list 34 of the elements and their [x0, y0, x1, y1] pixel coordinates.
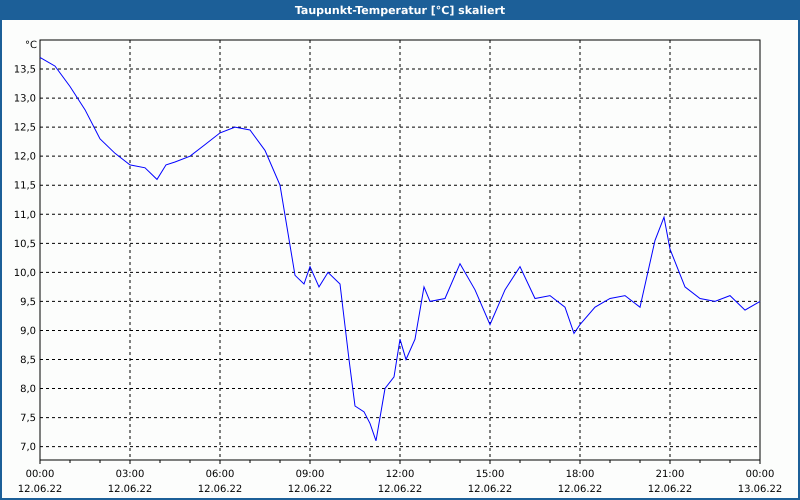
y-tick-label: 13,5 — [14, 64, 36, 76]
x-tick-date: 12.06.22 — [108, 484, 152, 495]
x-tick-date: 13.06.22 — [738, 484, 782, 495]
x-tick-label: 00:00 — [26, 469, 54, 480]
y-tick-label: 11,5 — [14, 180, 36, 192]
y-tick-label: 10,5 — [14, 238, 36, 250]
y-tick-label: 9,0 — [20, 326, 36, 337]
y-tick-label: 9,5 — [20, 296, 36, 308]
y-tick-label: 8,5 — [20, 355, 36, 366]
x-tick-label: 06:00 — [206, 469, 234, 480]
y-tick-label: 7,0 — [20, 442, 36, 454]
window-title: Taupunkt-Temperatur [°C] skaliert — [0, 0, 800, 20]
x-tick-date: 12.06.22 — [468, 484, 512, 495]
x-tick-date: 12.06.22 — [18, 484, 62, 495]
x-tick-label: 12:00 — [386, 469, 414, 480]
y-tick-label: 11,0 — [14, 210, 36, 221]
y-tick-label: 12,0 — [14, 152, 36, 163]
x-tick-date: 12.06.22 — [558, 484, 602, 495]
x-tick-date: 12.06.22 — [288, 484, 332, 495]
x-tick-date: 12.06.22 — [648, 484, 692, 495]
x-tick-date: 12.06.22 — [198, 484, 242, 495]
x-tick-label: 15:00 — [476, 469, 504, 480]
x-tick-label: 03:00 — [116, 469, 144, 480]
x-tick-label: 00:00 — [746, 469, 774, 480]
x-tick-label: 21:00 — [656, 469, 684, 480]
y-tick-label: 7,5 — [20, 413, 36, 424]
y-axis-unit: °C — [25, 40, 37, 51]
y-tick-label: 12,5 — [14, 122, 36, 134]
x-tick-label: 18:00 — [566, 469, 594, 480]
y-tick-label: 13,0 — [14, 94, 36, 105]
y-tick-label: 10,0 — [14, 268, 36, 279]
x-tick-label: 09:00 — [296, 469, 324, 480]
x-tick-date: 12.06.22 — [378, 484, 422, 495]
y-tick-label: 8,0 — [20, 384, 36, 396]
